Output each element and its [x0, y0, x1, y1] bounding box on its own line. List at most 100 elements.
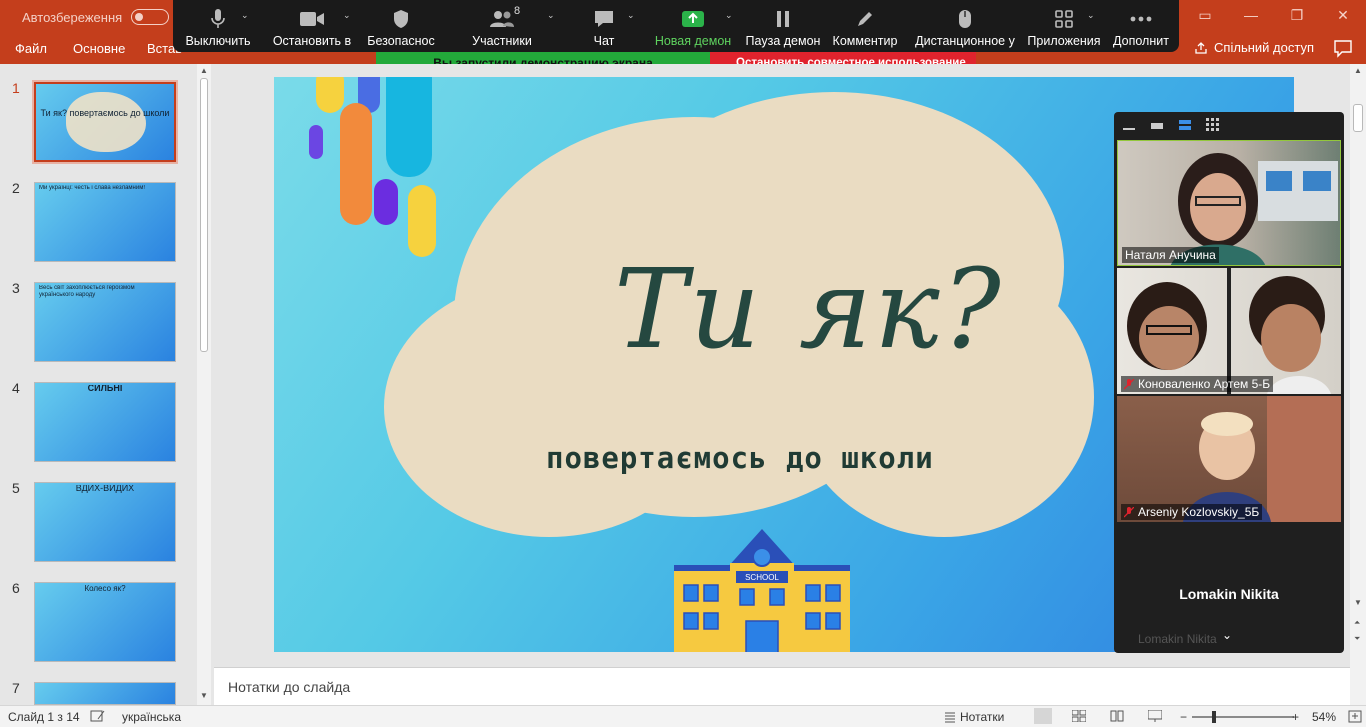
school-sign: SCHOOL: [745, 573, 779, 582]
annotate-button[interactable]: Комментир: [825, 0, 905, 52]
tab-file[interactable]: Файл: [15, 41, 47, 56]
status-bar: Слайд 1 з 14 українська Нотатки − + 54%: [0, 705, 1366, 727]
mouse-icon: [952, 8, 978, 30]
scroll-up-icon[interactable]: ▲: [1354, 66, 1362, 75]
share-button[interactable]: Спільний доступ: [1194, 40, 1314, 55]
participants-button[interactable]: 8 ⌄ Участники: [441, 0, 563, 52]
next-slide-icon[interactable]: ⏷: [1354, 634, 1360, 644]
scrollbar-thumb[interactable]: [1353, 104, 1363, 132]
close-icon[interactable]: ✕: [1320, 0, 1366, 30]
restore-icon[interactable]: ❐: [1274, 0, 1320, 30]
notes-placeholder: Нотатки до слайда: [228, 679, 351, 695]
thumbnail-scrollbar[interactable]: ▲ ▼: [197, 64, 211, 705]
minimize-icon[interactable]: —: [1228, 0, 1274, 30]
microphone-icon: [205, 8, 231, 30]
chevron-down-icon[interactable]: ⌄: [627, 10, 635, 21]
gallery-grid-icon[interactable]: [1206, 118, 1220, 132]
video-tile[interactable]: Arseniy Kozlovskiy_5Б: [1117, 396, 1341, 522]
tab-home[interactable]: Основне: [73, 41, 125, 56]
thumb-number: 6: [12, 580, 20, 596]
editor-scrollbar[interactable]: ▲ ▼ ⏶ ⏷: [1350, 64, 1366, 705]
participant-name-label: Коноваленко Артем 5-Б: [1121, 376, 1274, 392]
minimize-video-icon[interactable]: [1122, 120, 1136, 132]
zoom-slider-thumb[interactable]: [1212, 711, 1216, 723]
language-indicator[interactable]: українська: [122, 710, 181, 724]
share-label: Спільний доступ: [1214, 40, 1314, 55]
autosave-toggle[interactable]: Автозбереження: [22, 9, 170, 25]
chevron-down-icon[interactable]: ⌄: [725, 10, 733, 21]
slide-thumbnail-3[interactable]: Весь світ захоплюється героїзмом українс…: [34, 282, 176, 362]
remote-control-button[interactable]: Дистанционное у: [905, 0, 1025, 52]
participants-icon: [489, 8, 515, 30]
thumb-number: 4: [12, 380, 20, 396]
comment-icon[interactable]: [1332, 38, 1354, 58]
pause-icon: [770, 8, 796, 30]
participant-name-label: Arseniy Kozlovskiy_5Б: [1121, 504, 1263, 520]
more-icon: [1128, 8, 1154, 30]
apps-button[interactable]: ⌄ Приложения: [1025, 0, 1103, 52]
slide-thumbnail-4[interactable]: СИЛЬНІ: [34, 382, 176, 462]
slide-thumbnail-5[interactable]: ВДИХ-ВИДИХ: [34, 482, 176, 562]
slide-thumbnail-6[interactable]: Колесо як?: [34, 582, 176, 662]
security-button[interactable]: Безопаснос: [361, 0, 441, 52]
scroll-up-icon[interactable]: ▲: [200, 66, 208, 75]
thumb-number: 7: [12, 680, 20, 696]
share-screen-icon: [680, 8, 706, 30]
zoom-in-icon[interactable]: +: [1292, 710, 1299, 724]
slide-title[interactable]: Ти як?: [614, 245, 1003, 373]
new-share-button[interactable]: ⌄ Новая демон: [645, 0, 741, 52]
zoom-level[interactable]: 54%: [1312, 710, 1336, 724]
participant-name-ghost: Lomakin Nikita: [1138, 632, 1217, 646]
chat-icon: [591, 8, 617, 30]
reading-view-icon[interactable]: [1110, 710, 1124, 722]
scrollbar-thumb[interactable]: [200, 78, 208, 352]
ribbon-display-icon[interactable]: ▭: [1182, 0, 1228, 30]
video-gallery-panel: Наталя Анучина Коноваленко Артем 5-Б Ars…: [1114, 112, 1344, 653]
spell-check-icon[interactable]: [90, 709, 106, 723]
slide-thumbnail-2[interactable]: Ми українці: честь і слава незламним!: [34, 182, 176, 262]
fit-slide-icon[interactable]: [1348, 710, 1362, 723]
stop-video-button[interactable]: ⌄ Остановить в: [263, 0, 361, 52]
notes-toggle[interactable]: Нотатки: [960, 710, 1004, 724]
chevron-down-icon[interactable]: ⌄: [1087, 10, 1095, 21]
chevron-down-icon[interactable]: ⌄: [1222, 628, 1232, 642]
hide-video-icon[interactable]: [1150, 120, 1164, 132]
scroll-down-icon[interactable]: ▼: [200, 691, 208, 700]
zoom-out-icon[interactable]: −: [1180, 710, 1187, 724]
zoom-slider[interactable]: [1192, 716, 1294, 718]
participant-count: 8: [514, 5, 521, 17]
video-camera-icon: [299, 8, 325, 30]
video-tile[interactable]: Наталя Анучина: [1117, 140, 1341, 266]
thumb-number: 3: [12, 280, 20, 296]
notes-icon: [945, 712, 955, 723]
participant-name-only[interactable]: Lomakin Nikita: [1114, 586, 1344, 602]
autosave-switch[interactable]: [131, 9, 170, 25]
muted-mic-icon: [1124, 378, 1134, 389]
speaker-view-icon[interactable]: [1178, 118, 1192, 132]
slide-sorter-icon[interactable]: [1072, 710, 1086, 722]
slideshow-icon[interactable]: [1148, 710, 1162, 722]
slide-thumbnail-7[interactable]: [34, 682, 176, 705]
slide-thumbnail-pane: 1 Ти як? повертаємось до школи 2 Ми укра…: [0, 64, 214, 705]
slide-subtitle[interactable]: повертаємось до школи: [546, 441, 934, 475]
video-tile[interactable]: Коноваленко Артем 5-Б: [1117, 268, 1341, 394]
mute-button[interactable]: ⌄ Выключить: [173, 0, 263, 52]
more-button[interactable]: Дополнит: [1103, 0, 1179, 52]
muted-mic-icon: [1124, 506, 1134, 517]
slide-counter: Слайд 1 з 14: [8, 710, 80, 724]
chevron-down-icon[interactable]: ⌄: [343, 10, 351, 21]
scroll-down-icon[interactable]: ▼: [1354, 598, 1362, 607]
normal-view-icon[interactable]: [1034, 708, 1052, 724]
slide-notes-area[interactable]: Нотатки до слайда: [214, 667, 1350, 705]
chevron-down-icon[interactable]: ⌄: [241, 10, 249, 21]
shield-icon: [388, 8, 414, 30]
slide-thumbnail-1[interactable]: Ти як? повертаємось до школи: [32, 80, 178, 164]
pause-share-button[interactable]: Пауза демон: [741, 0, 825, 52]
school-building-illustration: SCHOOL: [674, 529, 850, 652]
chevron-down-icon[interactable]: ⌄: [547, 10, 555, 21]
thumb-number: 2: [12, 180, 20, 196]
chat-button[interactable]: ⌄ Чат: [563, 0, 645, 52]
prev-slide-icon[interactable]: ⏶: [1354, 618, 1360, 628]
apps-icon: [1051, 8, 1077, 30]
gallery-view-controls: [1114, 112, 1344, 140]
